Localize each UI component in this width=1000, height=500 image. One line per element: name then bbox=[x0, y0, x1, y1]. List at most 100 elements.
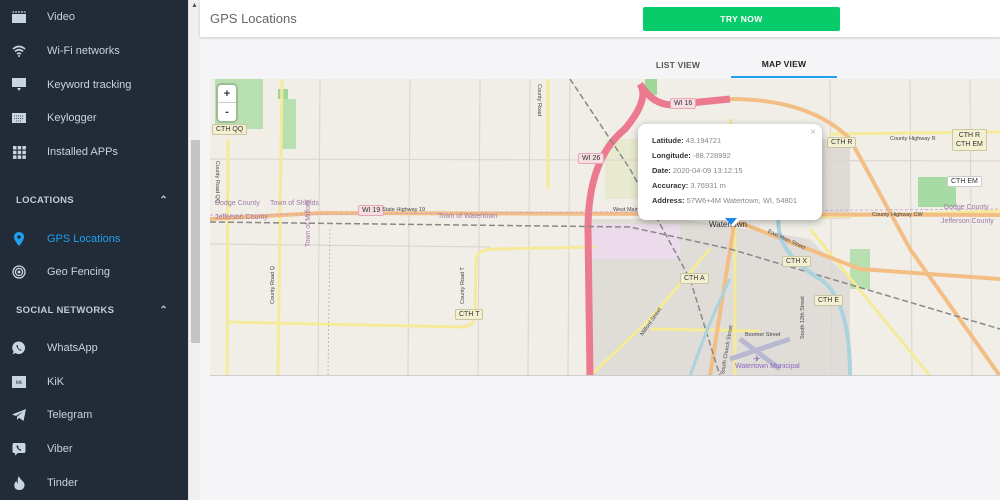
sidebar-item-tinder[interactable]: Tinder bbox=[0, 468, 188, 498]
field-label: Address: bbox=[652, 196, 685, 205]
shield-line: CTH EM bbox=[956, 141, 983, 148]
popup-latitude: Latitude: 43.194721 bbox=[652, 133, 822, 148]
sidebar-item-label: Telegram bbox=[47, 409, 93, 421]
field-label: Accuracy: bbox=[652, 181, 689, 190]
sidebar-item-kik[interactable]: kik KiK bbox=[0, 367, 188, 397]
road-label: County Road QQ bbox=[214, 160, 221, 204]
section-header-social-networks[interactable]: SOCIAL NETWORKS ⌃ bbox=[16, 300, 176, 320]
county-label: Jefferson County bbox=[215, 214, 268, 221]
zoom-in-button[interactable]: + bbox=[218, 85, 236, 103]
field-label: Date: bbox=[652, 166, 671, 175]
sidebar-item-video[interactable]: Video bbox=[0, 2, 188, 32]
sidebar-item-label: Video bbox=[47, 11, 75, 23]
road-label: County Highway R bbox=[890, 136, 936, 142]
wifi-icon bbox=[11, 43, 27, 59]
popup-longitude: Longitude: -88.728992 bbox=[652, 148, 822, 163]
road-shield-wi-26: WI 26 bbox=[578, 153, 605, 164]
road-shield-cth-r: CTH R bbox=[827, 137, 857, 148]
county-label: Dodge County bbox=[944, 204, 989, 211]
scroll-up-arrow-icon[interactable]: ▲ bbox=[191, 2, 198, 9]
sidebar-item-label: WhatsApp bbox=[47, 342, 98, 354]
popup-address: Address: 57W6+4M Watertown, WI, 54801 bbox=[652, 193, 822, 208]
road-shield-cth-t: CTH T bbox=[455, 309, 484, 320]
sidebar-item-label: Keyword tracking bbox=[47, 79, 132, 91]
location-marker-icon[interactable] bbox=[725, 218, 737, 225]
address-value: 57W6+4M Watertown, WI, 54801 bbox=[686, 196, 798, 205]
location-popup: × Latitude: 43.194721 Longitude: -88.728… bbox=[638, 124, 822, 227]
keyboard-icon bbox=[11, 110, 27, 126]
map-view[interactable]: ✈ CTH QQ County Road QQ Dodge County Jef… bbox=[210, 79, 1000, 376]
field-label: Longitude: bbox=[652, 151, 691, 160]
longitude-value: -88.728992 bbox=[692, 151, 731, 160]
sidebar-item-label: Geo Fencing bbox=[47, 266, 110, 278]
telegram-icon bbox=[11, 407, 27, 423]
road-label: County Highway CW bbox=[872, 212, 923, 218]
shield-line: CTH R bbox=[958, 132, 981, 139]
section-header-locations[interactable]: LOCATIONS ⌃ bbox=[16, 190, 176, 210]
sidebar-item-label: GPS Locations bbox=[47, 233, 121, 245]
sidebar-item-keylogger[interactable]: Keylogger bbox=[0, 103, 188, 133]
kik-icon: kik bbox=[11, 374, 27, 390]
date-value: 2020-04-09 13:12:15 bbox=[672, 166, 743, 175]
try-now-button[interactable]: TRY NOW bbox=[643, 7, 840, 31]
road-shield-wi-16: WI 16 bbox=[670, 98, 697, 109]
viber-icon bbox=[11, 441, 27, 457]
view-tabs: LIST VIEW MAP VIEW bbox=[625, 52, 837, 78]
field-label: Latitude: bbox=[652, 136, 684, 145]
road-shield-cth-a: CTH A bbox=[680, 273, 709, 284]
road-shield-cth-em: CTH EM bbox=[947, 176, 982, 187]
tinder-icon bbox=[11, 475, 27, 491]
tab-map-view[interactable]: MAP VIEW bbox=[731, 52, 837, 78]
town-label: Town of Milford bbox=[305, 199, 312, 247]
chevron-up-icon: ⌃ bbox=[159, 304, 168, 316]
sidebar-item-wifi-networks[interactable]: Wi-Fi networks bbox=[0, 36, 188, 66]
popup-accuracy: Accuracy: 3.76931 m bbox=[652, 178, 822, 193]
sidebar-item-label: Viber bbox=[47, 443, 73, 455]
road-shield-cth-e: CTH E bbox=[814, 295, 843, 306]
road-label: County Road bbox=[536, 84, 542, 117]
wetland bbox=[282, 99, 296, 149]
road-label: County Road Q bbox=[270, 266, 276, 304]
close-icon[interactable]: × bbox=[810, 127, 816, 138]
sidebar-item-label: Keylogger bbox=[47, 112, 97, 124]
airport-label: Watertown Municipal bbox=[735, 363, 800, 370]
video-icon bbox=[11, 9, 27, 25]
road-label: West Main bbox=[613, 207, 639, 213]
zoom-out-button[interactable]: - bbox=[218, 103, 236, 121]
road-label: South 12th Street bbox=[800, 296, 806, 339]
road-shield-cth-r-em: CTH R CTH EM bbox=[952, 129, 987, 151]
road-shield-wi-19: WI 19 bbox=[358, 205, 385, 216]
whatsapp-icon bbox=[11, 340, 27, 356]
accuracy-value: 3.76931 m bbox=[690, 181, 726, 190]
town-label: Town of Watertown bbox=[438, 213, 498, 220]
sidebar: Video Wi-Fi networks Keyword tracking Ke… bbox=[0, 0, 188, 500]
page-header: GPS Locations TRY NOW bbox=[200, 0, 1000, 37]
sidebar-item-keyword-tracking[interactable]: Keyword tracking bbox=[0, 70, 188, 100]
chevron-up-icon: ⌃ bbox=[159, 194, 168, 206]
sidebar-item-label: KiK bbox=[47, 376, 65, 388]
keyword-tracking-icon bbox=[11, 77, 27, 93]
sidebar-item-geo-fencing[interactable]: Geo Fencing bbox=[0, 257, 188, 287]
sidebar-item-label: Installed APPs bbox=[47, 146, 118, 158]
sidebar-scrollbar[interactable]: ▲ bbox=[188, 0, 200, 500]
sidebar-item-gps-locations[interactable]: GPS Locations bbox=[0, 224, 188, 254]
section-title: SOCIAL NETWORKS bbox=[16, 304, 115, 316]
latitude-value: 43.194721 bbox=[685, 136, 722, 145]
sidebar-item-whatsapp[interactable]: WhatsApp bbox=[0, 333, 188, 363]
town-boundary bbox=[327, 228, 331, 375]
sidebar-item-viber[interactable]: Viber bbox=[0, 434, 188, 464]
sidebar-item-telegram[interactable]: Telegram bbox=[0, 400, 188, 430]
county-label: Dodge County bbox=[215, 200, 260, 207]
county-label: Jefferson County bbox=[941, 218, 994, 225]
geofence-icon bbox=[11, 264, 27, 280]
tab-list-view[interactable]: LIST VIEW bbox=[625, 52, 731, 78]
road-label: State Highway 19 bbox=[382, 207, 426, 213]
commercial-area bbox=[590, 224, 680, 259]
popup-date: Date: 2020-04-09 13:12:15 bbox=[652, 163, 822, 178]
sidebar-item-label: Wi-Fi networks bbox=[47, 45, 120, 57]
svg-text:kik: kik bbox=[16, 380, 23, 386]
sidebar-item-installed-apps[interactable]: Installed APPs bbox=[0, 137, 188, 167]
scrollbar-thumb[interactable] bbox=[191, 140, 200, 343]
map-zoom-control: + - bbox=[218, 85, 236, 121]
map-pin-icon bbox=[11, 231, 27, 247]
